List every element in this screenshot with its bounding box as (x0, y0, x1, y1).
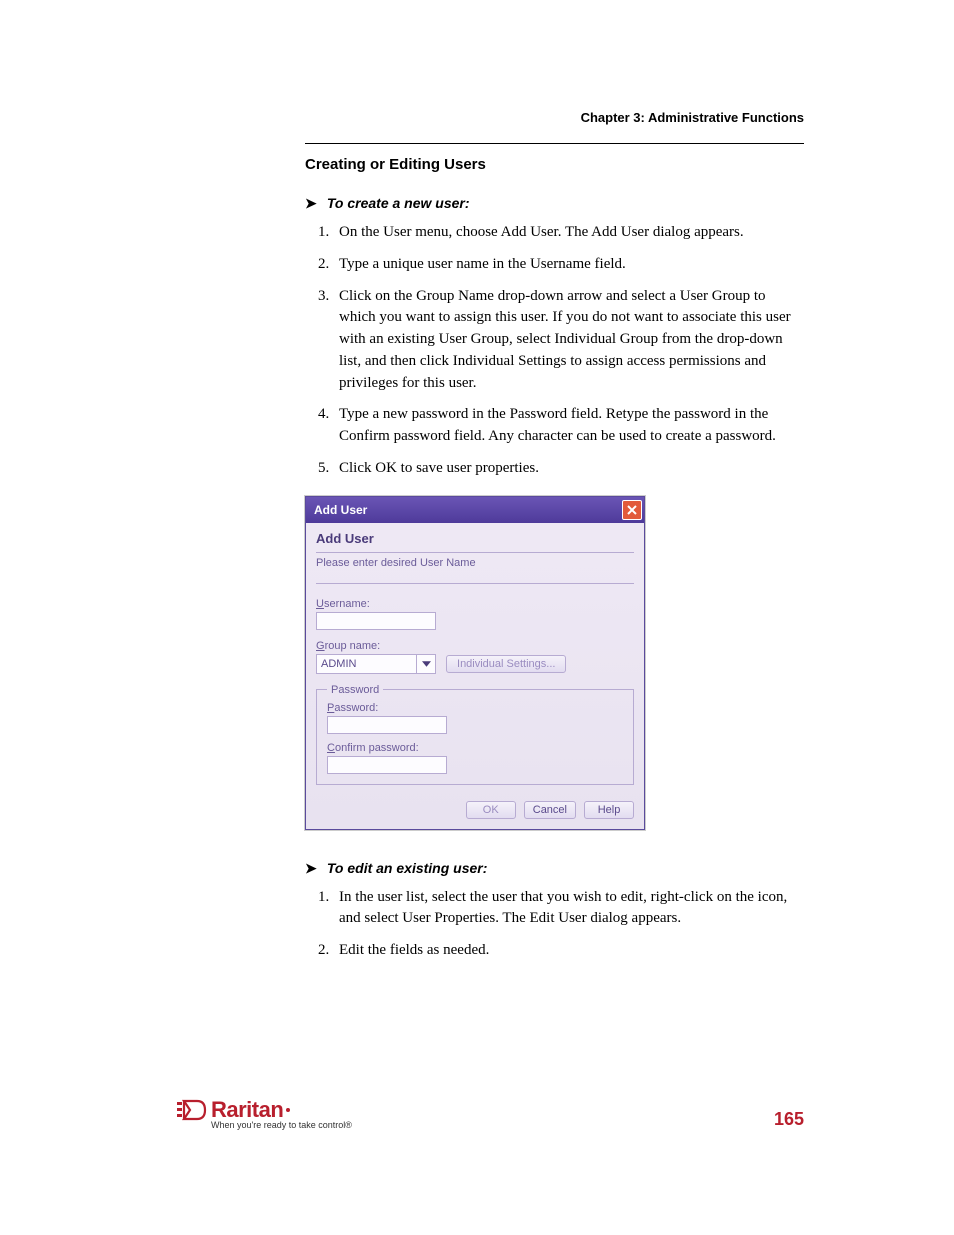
groupname-selected: ADMIN (321, 658, 356, 670)
groupname-select[interactable]: ADMIN (316, 654, 436, 674)
confirm-password-input[interactable] (327, 756, 447, 774)
procedure-edit-title: To edit an existing user: (327, 860, 488, 876)
dialog-titlebar: Add User (306, 497, 644, 523)
procedure-create-title: To create a new user: (327, 195, 470, 211)
section-rule (305, 143, 804, 144)
password-input[interactable] (327, 716, 447, 734)
bullet-arrow-icon: ➤ (305, 195, 323, 212)
edit-steps-list: In the user list, select the user that y… (305, 887, 804, 962)
chapter-label: Chapter 3: Administrative Functions (175, 110, 804, 125)
list-item: Click on the Group Name drop-down arrow … (333, 286, 804, 395)
procedure-edit-header: ➤ To edit an existing user: (305, 860, 804, 877)
individual-settings-button[interactable]: IIndividual Settings...ndividual Setting… (446, 655, 566, 673)
groupname-label: Group name: (316, 640, 634, 652)
list-item: In the user list, select the user that y… (333, 887, 804, 931)
page-number: 165 (774, 1109, 804, 1130)
brand-logo: Raritan When you're ready to take contro… (175, 1099, 352, 1130)
help-button[interactable]: Help (584, 801, 634, 819)
procedure-create-header: ➤ To create a new user: (305, 195, 804, 212)
close-button[interactable] (622, 500, 642, 520)
password-label: Password: (327, 702, 623, 714)
cancel-button[interactable]: Cancel (524, 801, 576, 819)
list-item: Type a unique user name in the Username … (333, 254, 804, 276)
brand-name: Raritan (211, 1099, 283, 1121)
password-legend: Password (327, 684, 383, 696)
list-item: On the User menu, choose Add User. The A… (333, 222, 804, 244)
list-item: Type a new password in the Password fiel… (333, 404, 804, 448)
list-item: Edit the fields as needed. (333, 940, 804, 962)
list-item: Click OK to save user properties. (333, 458, 804, 480)
dialog-instruction: Please enter desired User Name (316, 557, 634, 584)
username-input[interactable] (316, 612, 436, 630)
create-steps-list: On the User menu, choose Add User. The A… (305, 222, 804, 480)
chevron-down-icon (416, 655, 435, 673)
username-label: Username: (316, 598, 634, 610)
password-fieldset: Password Password: Confirm password: (316, 684, 634, 785)
dialog-title: Add User (314, 503, 367, 517)
close-icon (627, 505, 637, 515)
bullet-arrow-icon: ➤ (305, 860, 323, 877)
confirm-password-label: Confirm password: (327, 742, 623, 754)
logo-dot-icon (286, 1108, 290, 1112)
ok-button[interactable]: OK (466, 801, 516, 819)
add-user-dialog: Add User Add User Please enter desired U… (305, 496, 645, 830)
logo-icon (175, 1099, 209, 1121)
dialog-heading: Add User (316, 531, 634, 553)
section-title: Creating or Editing Users (305, 156, 804, 173)
brand-tagline: When you're ready to take control® (211, 1121, 352, 1130)
